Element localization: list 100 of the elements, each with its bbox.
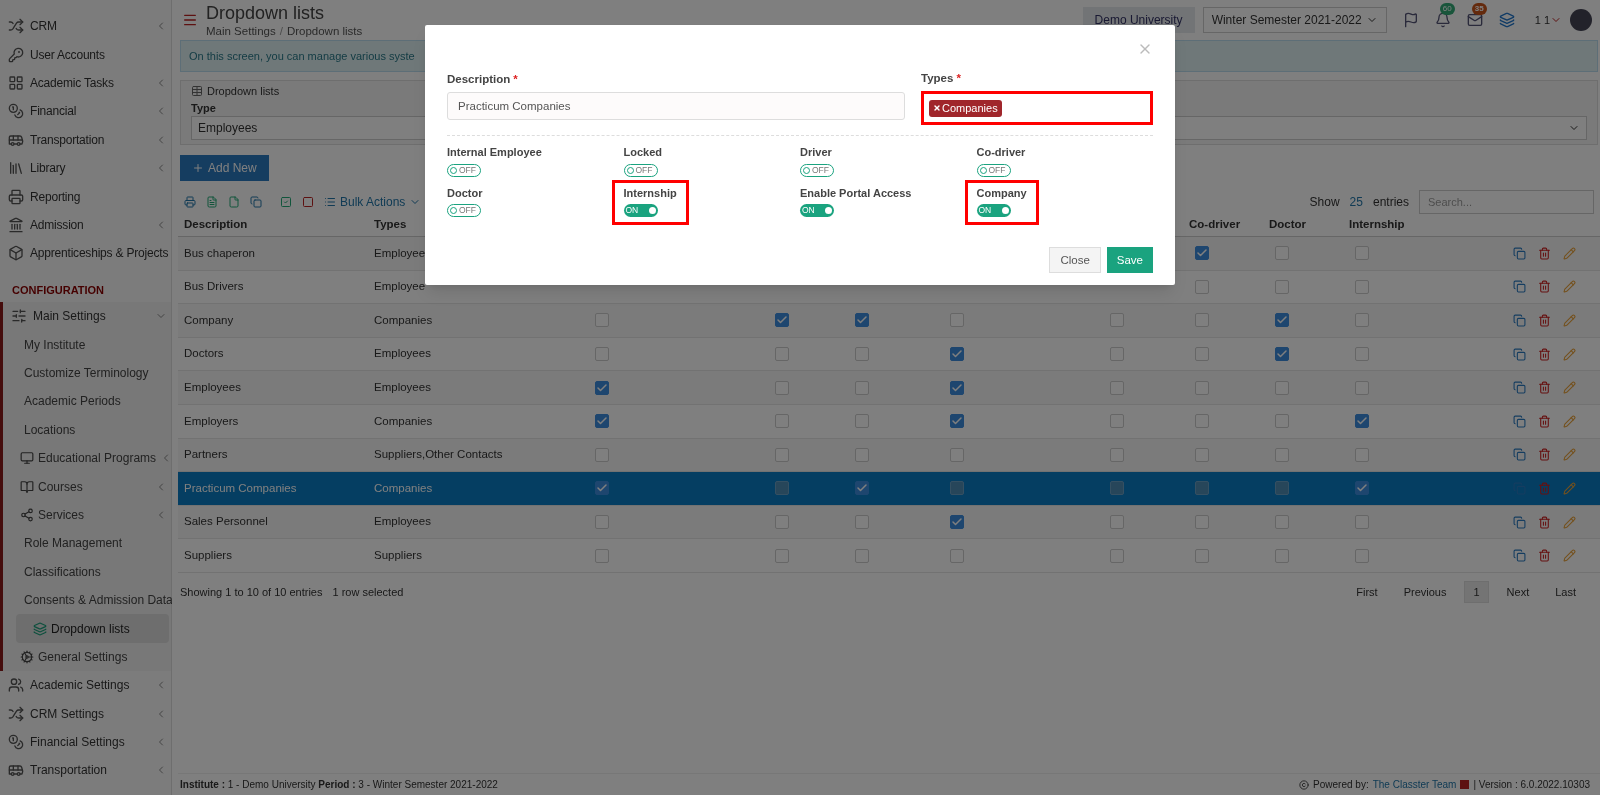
row-checkbox[interactable] bbox=[1110, 313, 1124, 328]
sidebar-item[interactable]: Financial Settings bbox=[0, 727, 171, 757]
row-checkbox[interactable] bbox=[855, 313, 869, 328]
submenu-item[interactable]: Consents & Admission Data bbox=[3, 585, 171, 615]
edit-icon[interactable] bbox=[1563, 314, 1576, 327]
row-checkbox[interactable] bbox=[1110, 347, 1124, 362]
avatar[interactable] bbox=[1570, 9, 1592, 31]
close-button[interactable]: Close bbox=[1049, 247, 1101, 274]
submenu-item[interactable]: Academic Periods bbox=[3, 387, 171, 416]
row-checkbox[interactable] bbox=[1195, 380, 1209, 395]
edit-icon[interactable] bbox=[1563, 246, 1576, 260]
delete-icon[interactable] bbox=[1538, 347, 1551, 361]
row-checkbox[interactable] bbox=[1275, 515, 1289, 530]
row-checkbox[interactable] bbox=[1195, 279, 1209, 294]
edit-icon[interactable] bbox=[1563, 414, 1576, 428]
add-new-button[interactable]: Add New bbox=[180, 155, 269, 181]
sidebar-item[interactable]: CRM Settings bbox=[0, 699, 171, 728]
sidebar-item[interactable]: Library bbox=[0, 153, 171, 183]
row-checkbox[interactable] bbox=[1355, 548, 1369, 563]
table-row[interactable]: Employees Employees bbox=[178, 371, 1600, 405]
row-checkbox[interactable] bbox=[950, 548, 964, 563]
row-checkbox[interactable] bbox=[595, 447, 609, 462]
types-field[interactable]: Companies bbox=[921, 91, 1153, 126]
toggle-switch[interactable]: ON bbox=[800, 204, 834, 218]
row-checkbox[interactable] bbox=[950, 447, 964, 462]
duplicate-icon[interactable] bbox=[1513, 414, 1526, 428]
submenu-item[interactable]: Services bbox=[3, 500, 171, 530]
sidebar-item[interactable]: Admission bbox=[0, 210, 171, 240]
duplicate-icon[interactable] bbox=[1513, 347, 1526, 361]
row-checkbox[interactable] bbox=[855, 548, 869, 563]
edit-icon[interactable] bbox=[1563, 481, 1576, 495]
submenu-item[interactable]: Locations bbox=[3, 415, 171, 444]
delete-icon[interactable] bbox=[1538, 381, 1551, 395]
row-checkbox[interactable] bbox=[1110, 414, 1124, 429]
column-header[interactable]: Description bbox=[178, 215, 368, 234]
type-tag[interactable]: Companies bbox=[929, 100, 1002, 117]
row-checkbox[interactable] bbox=[595, 313, 609, 328]
row-checkbox[interactable] bbox=[950, 347, 964, 362]
row-checkbox[interactable] bbox=[1275, 380, 1289, 395]
file-icon[interactable] bbox=[228, 196, 240, 208]
column-header[interactable]: Internship bbox=[1343, 215, 1423, 234]
row-checkbox[interactable] bbox=[1110, 380, 1124, 395]
edit-icon[interactable] bbox=[1563, 515, 1576, 529]
duplicate-icon[interactable] bbox=[1513, 314, 1526, 327]
row-checkbox[interactable] bbox=[1110, 481, 1124, 496]
row-checkbox[interactable] bbox=[595, 347, 609, 362]
sidebar-item[interactable]: Financial bbox=[0, 97, 171, 126]
row-checkbox[interactable] bbox=[950, 481, 964, 496]
print-icon[interactable] bbox=[184, 196, 196, 208]
row-checkbox[interactable] bbox=[1355, 347, 1369, 362]
sidebar-item[interactable]: CRM bbox=[0, 12, 171, 41]
remove-icon[interactable] bbox=[933, 104, 941, 113]
column-header[interactable]: Co-driver bbox=[1183, 215, 1263, 234]
sidebar-item[interactable]: Transportation bbox=[0, 756, 171, 785]
delete-icon[interactable] bbox=[1538, 314, 1551, 327]
duplicate-icon[interactable] bbox=[1513, 246, 1526, 260]
submenu-item[interactable]: Role Management bbox=[3, 529, 171, 558]
row-checkbox[interactable] bbox=[950, 380, 964, 395]
submenu-item[interactable]: Customize Terminology bbox=[3, 358, 171, 388]
row-checkbox[interactable] bbox=[1355, 246, 1369, 261]
row-checkbox[interactable] bbox=[1275, 414, 1289, 429]
delete-icon[interactable] bbox=[1538, 414, 1551, 428]
edit-icon[interactable] bbox=[1563, 347, 1576, 361]
column-header[interactable]: Doctor bbox=[1263, 215, 1343, 234]
save-button[interactable]: Save bbox=[1106, 247, 1153, 274]
row-checkbox[interactable] bbox=[855, 414, 869, 429]
row-checkbox[interactable] bbox=[775, 313, 789, 328]
row-checkbox[interactable] bbox=[1275, 347, 1289, 362]
row-checkbox[interactable] bbox=[595, 380, 609, 395]
edit-icon[interactable] bbox=[1563, 280, 1576, 294]
row-checkbox[interactable] bbox=[855, 447, 869, 462]
sidebar-item[interactable]: Transportation bbox=[0, 125, 171, 154]
row-checkbox[interactable] bbox=[775, 380, 789, 395]
edit-icon[interactable] bbox=[1563, 381, 1576, 395]
row-checkbox[interactable] bbox=[595, 481, 609, 496]
table-row[interactable]: Practicum Companies Companies bbox=[178, 472, 1600, 506]
pagination-button[interactable]: 1 bbox=[1464, 580, 1489, 603]
flag-icon[interactable] bbox=[1402, 12, 1419, 28]
row-checkbox[interactable] bbox=[855, 380, 869, 395]
submenu-item[interactable]: General Settings bbox=[3, 642, 171, 672]
row-checkbox[interactable] bbox=[1355, 380, 1369, 395]
duplicate-icon[interactable] bbox=[1513, 280, 1526, 294]
row-checkbox[interactable] bbox=[775, 414, 789, 429]
edit-icon[interactable] bbox=[1563, 448, 1576, 462]
row-checkbox[interactable] bbox=[950, 414, 964, 429]
row-checkbox[interactable] bbox=[1275, 313, 1289, 328]
row-checkbox[interactable] bbox=[1275, 246, 1289, 261]
delete-icon[interactable] bbox=[1538, 448, 1551, 462]
row-checkbox[interactable] bbox=[775, 347, 789, 362]
team-link[interactable]: The Classter Team bbox=[1372, 777, 1457, 792]
row-checkbox[interactable] bbox=[1195, 515, 1209, 530]
row-checkbox[interactable] bbox=[855, 347, 869, 362]
breadcrumb-link[interactable]: Main Settings bbox=[206, 24, 276, 39]
row-checkbox[interactable] bbox=[1195, 481, 1209, 496]
submenu-item[interactable]: Educational Programs bbox=[3, 443, 171, 473]
row-checkbox[interactable] bbox=[1275, 279, 1289, 294]
table-row[interactable]: Partners Suppliers,Other Contacts bbox=[178, 438, 1600, 473]
row-checkbox[interactable] bbox=[1110, 515, 1124, 530]
row-checkbox[interactable] bbox=[1355, 481, 1369, 496]
row-checkbox[interactable] bbox=[950, 313, 964, 328]
